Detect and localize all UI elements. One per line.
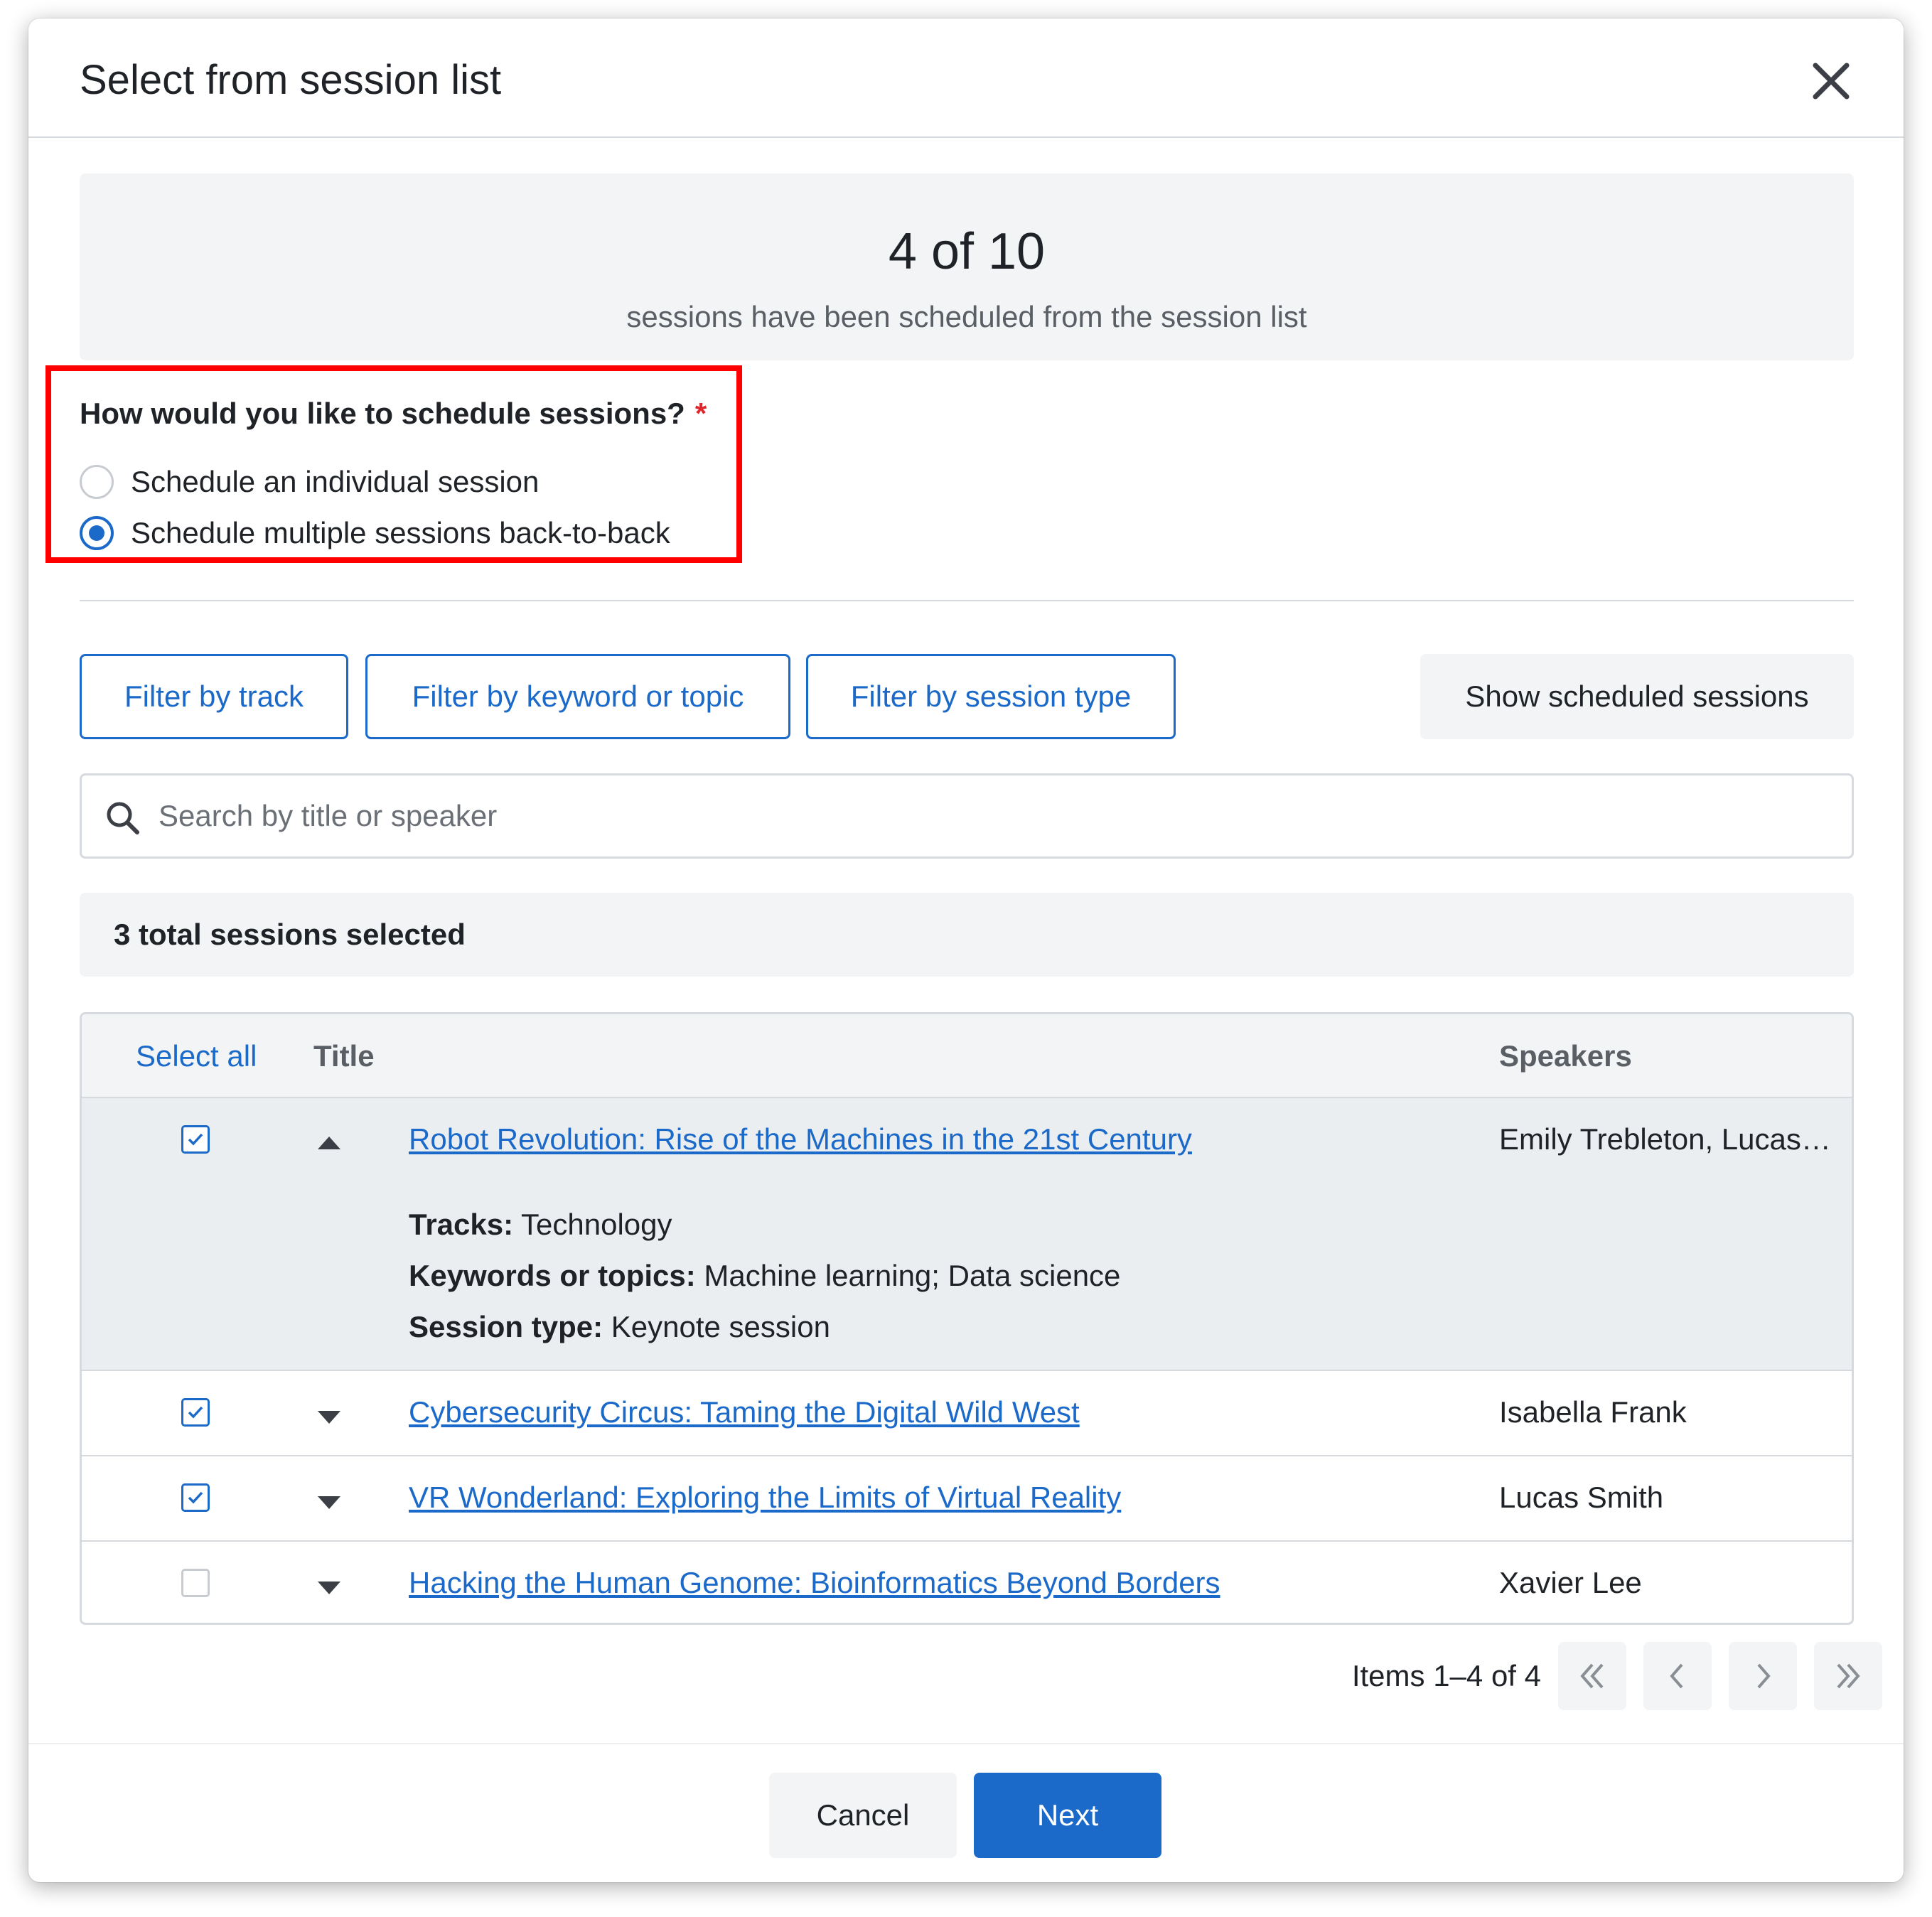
tracks-label: Tracks: [409, 1208, 514, 1241]
search-box[interactable] [80, 773, 1854, 859]
radio-label-individual: Schedule an individual session [131, 465, 540, 498]
scheduled-description: sessions have been scheduled from the se… [626, 300, 1307, 333]
chevron-right-icon [1757, 1663, 1771, 1689]
close-button[interactable] [1804, 54, 1858, 108]
session-title-link[interactable]: Hacking the Human Genome: Bioinformatics… [409, 1564, 1220, 1601]
row-checkbox[interactable] [181, 1483, 210, 1512]
keywords-label: Keywords or topics: [409, 1259, 696, 1292]
title-column-header: Title [313, 1039, 375, 1073]
session-type-label: Session type: [409, 1310, 603, 1343]
session-title-link[interactable]: VR Wonderland: Exploring the Limits of V… [409, 1479, 1121, 1516]
double-chevron-left-icon [1580, 1663, 1604, 1689]
checkmark-icon [188, 1133, 203, 1146]
selected-count-bar: 3 total sessions selected [80, 893, 1854, 977]
row-checkbox[interactable] [181, 1398, 210, 1427]
radio-button-individual[interactable] [80, 465, 114, 499]
expand-triangle-icon[interactable] [316, 1495, 342, 1510]
radio-option-individual[interactable]: Schedule an individual session [80, 463, 539, 500]
table-row: VR Wonderland: Exploring the Limits of V… [82, 1456, 1852, 1542]
pagination-summary: Items 1–4 of 4 [1351, 1659, 1541, 1692]
required-mark: * [694, 397, 707, 430]
session-type-value: Keynote session [611, 1310, 830, 1343]
search-icon [107, 802, 139, 834]
search-input[interactable] [157, 775, 1792, 857]
table-row: Robot Revolution: Rise of the Machines i… [82, 1098, 1852, 1371]
collapse-triangle-icon[interactable] [316, 1135, 342, 1151]
filter-by-track-button[interactable]: Filter by track [80, 654, 348, 739]
checkmark-icon [188, 1491, 203, 1504]
tracks-value: Technology [521, 1208, 672, 1241]
row-checkbox[interactable] [181, 1125, 210, 1154]
chevron-left-icon [1670, 1663, 1683, 1689]
section-divider [80, 600, 1854, 601]
session-speakers: Lucas Smith [1499, 1481, 1664, 1514]
radio-option-back-to-back[interactable]: Schedule multiple sessions back-to-back [80, 515, 670, 552]
schedule-question-label: How would you like to schedule sessions?… [80, 395, 707, 432]
row-checkbox[interactable] [181, 1569, 210, 1597]
next-page-button[interactable] [1729, 1642, 1797, 1710]
radio-label-back-to-back: Schedule multiple sessions back-to-back [131, 516, 670, 549]
filter-by-keyword-button[interactable]: Filter by keyword or topic [365, 654, 790, 739]
session-title-link[interactable]: Cybersecurity Circus: Taming the Digital… [409, 1394, 1080, 1431]
session-speakers: Xavier Lee [1499, 1566, 1642, 1599]
dialog-title: Select from session list [80, 57, 502, 103]
select-all-link[interactable]: Select all [136, 1038, 257, 1075]
show-scheduled-sessions-button[interactable]: Show scheduled sessions [1420, 654, 1854, 739]
dialog-footer: Cancel Next [28, 1743, 1904, 1882]
close-icon [1813, 63, 1850, 100]
dialog-header: Select from session list [28, 18, 1904, 138]
session-list-dialog: Select from session list 4 of 10 session… [28, 18, 1904, 1882]
table-row: Hacking the Human Genome: Bioinformatics… [82, 1542, 1852, 1623]
schedule-summary-box: 4 of 10 sessions have been scheduled fro… [80, 173, 1854, 360]
speakers-column-header: Speakers [1499, 1039, 1632, 1073]
last-page-button[interactable] [1814, 1642, 1882, 1710]
next-button[interactable]: Next [974, 1773, 1161, 1858]
table-header: Select all Title Speakers [82, 1014, 1852, 1098]
keywords-value: Machine learning; Data science [704, 1259, 1121, 1292]
session-tracks: Tracks: Technology [409, 1206, 672, 1243]
double-chevron-right-icon [1837, 1663, 1860, 1689]
question-text: How would you like to schedule sessions? [80, 397, 685, 430]
session-title-link[interactable]: Robot Revolution: Rise of the Machines i… [409, 1121, 1192, 1158]
session-keywords: Keywords or topics: Machine learning; Da… [409, 1257, 1120, 1294]
checkmark-icon [188, 1406, 203, 1419]
sessions-table: Select all Title Speakers Robot Revoluti… [80, 1012, 1854, 1625]
radio-button-back-to-back[interactable] [80, 516, 114, 550]
previous-page-button[interactable] [1643, 1642, 1712, 1710]
table-row: Cybersecurity Circus: Taming the Digital… [82, 1371, 1852, 1456]
expand-triangle-icon[interactable] [316, 1580, 342, 1596]
first-page-button[interactable] [1558, 1642, 1626, 1710]
session-type: Session type: Keynote session [409, 1309, 830, 1346]
selected-count-text: 3 total sessions selected [114, 918, 466, 951]
session-speakers: Isabella Frank [1499, 1395, 1687, 1429]
scheduled-count: 4 of 10 [888, 223, 1046, 280]
cancel-button[interactable]: Cancel [769, 1773, 957, 1858]
filter-by-session-type-button[interactable]: Filter by session type [806, 654, 1176, 739]
session-speakers: Emily Trebleton, Lucas… [1499, 1122, 1831, 1156]
expand-triangle-icon[interactable] [316, 1409, 342, 1425]
